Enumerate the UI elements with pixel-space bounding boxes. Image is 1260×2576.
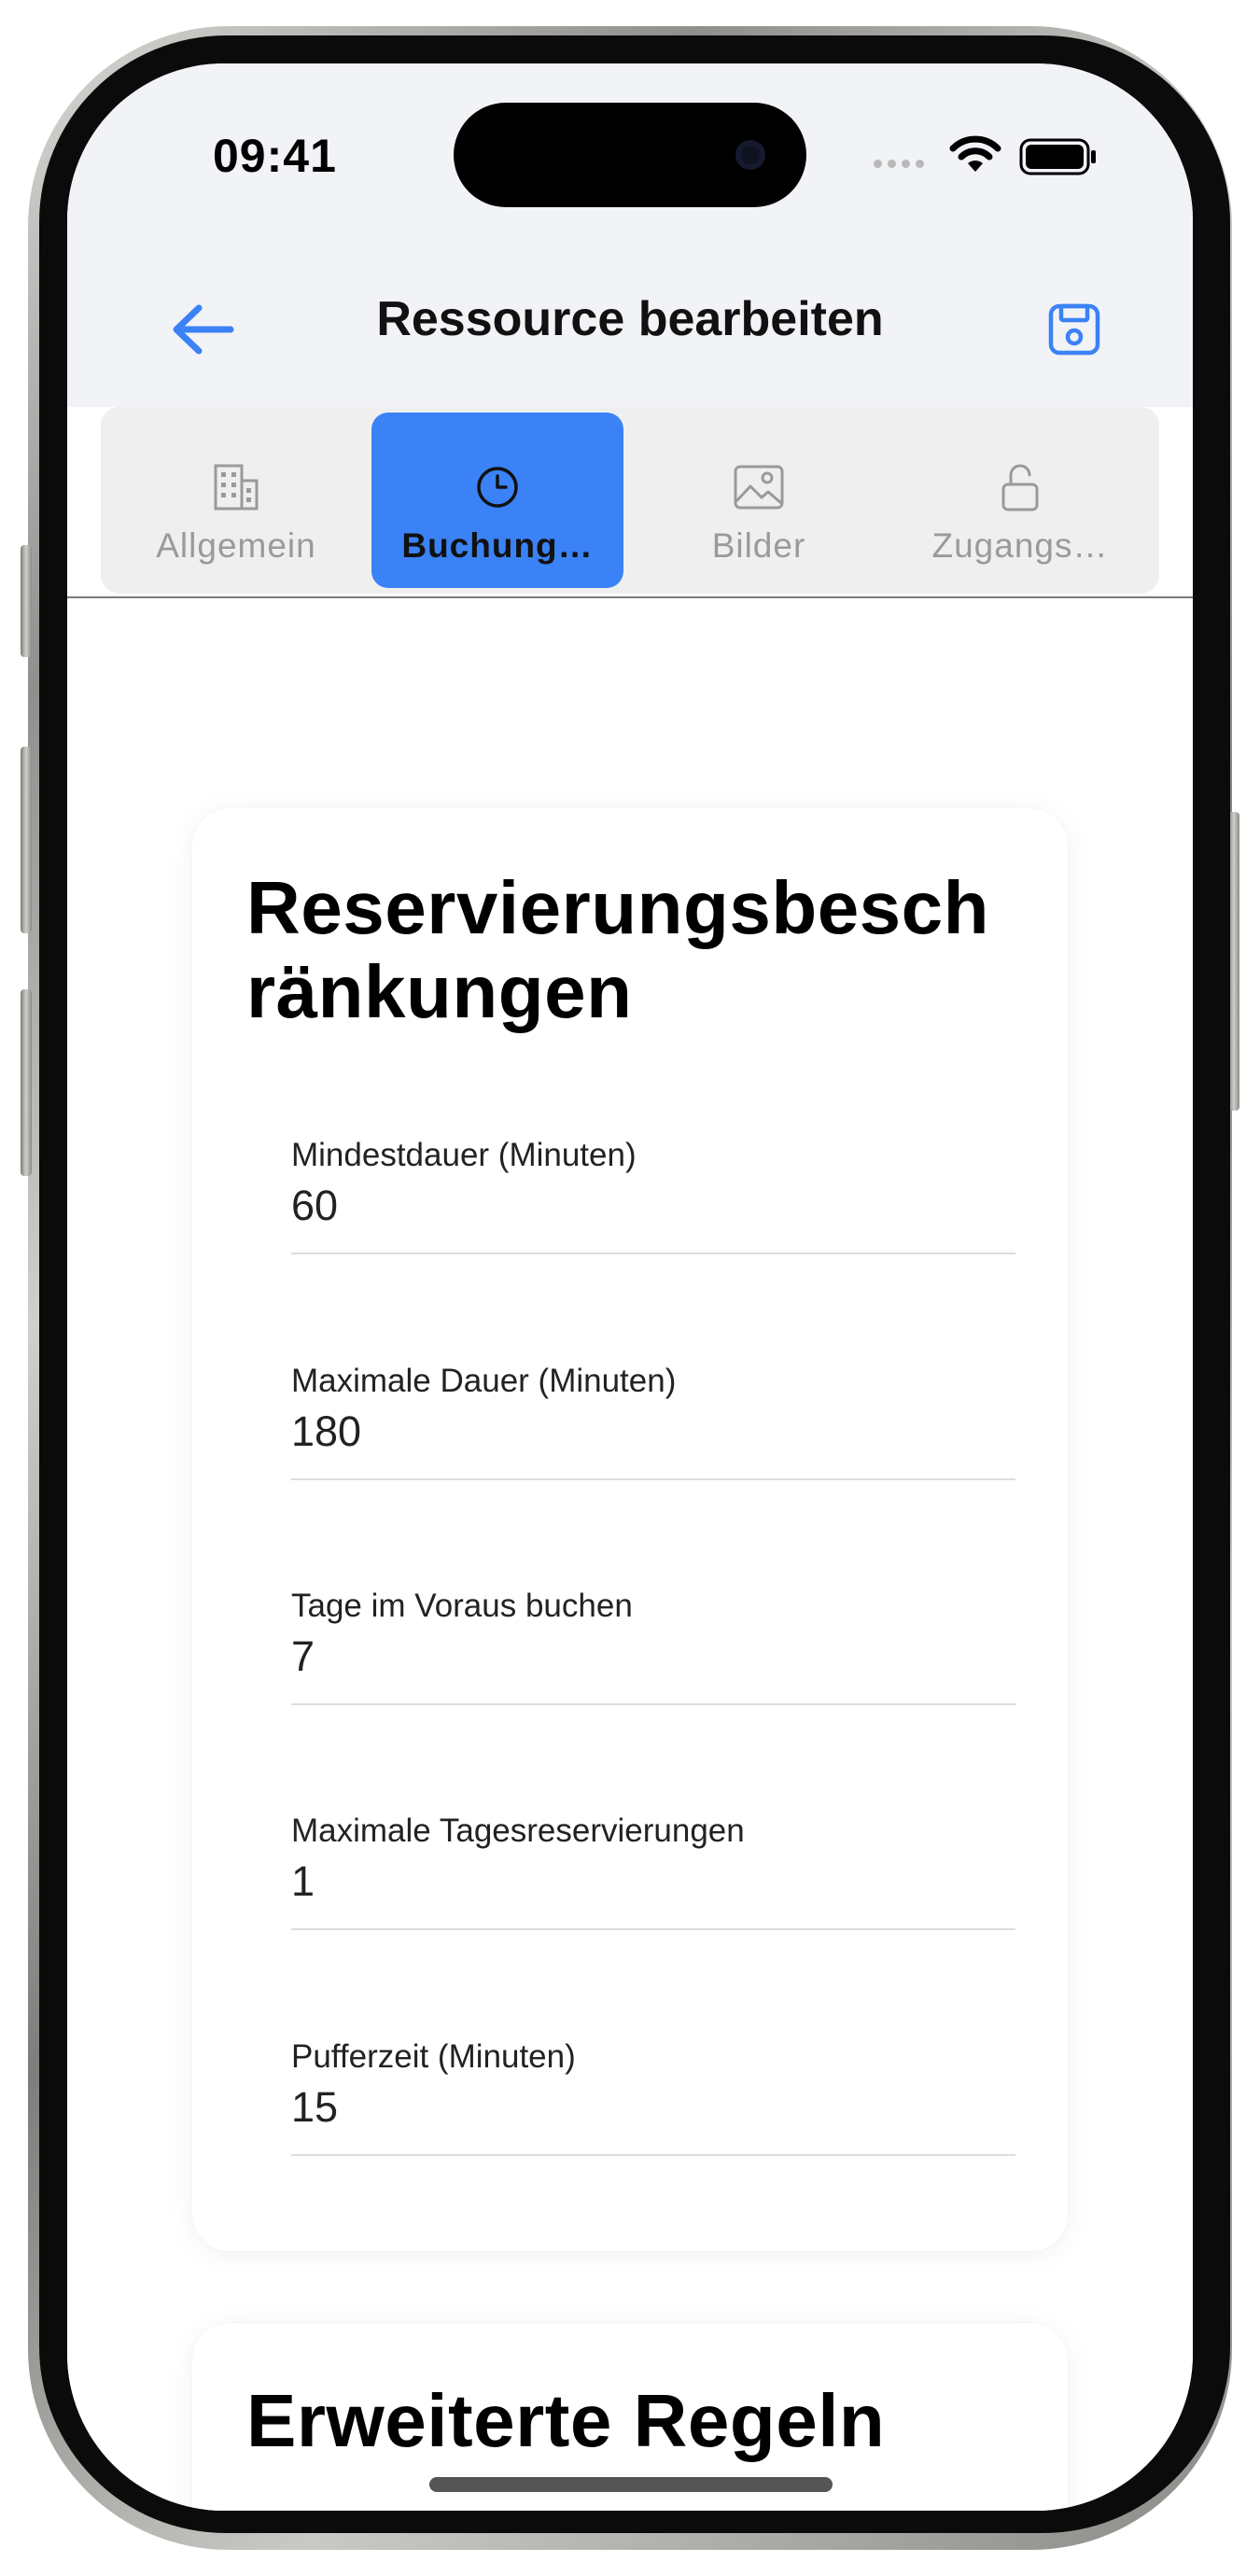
- content-area[interactable]: Reservierungsbesch ränkungen Mindestdaue…: [67, 598, 1193, 2511]
- action-button: [21, 545, 32, 657]
- field-max-daily-reservations: Maximale Tagesreservierungen: [291, 1813, 1015, 1971]
- days-in-advance-input[interactable]: [291, 1629, 1015, 1685]
- volume-up-button: [21, 747, 32, 933]
- advanced-rules-title: Erweiterte Regeln: [246, 2379, 886, 2462]
- field-label: Pufferzeit (Minuten): [291, 2038, 576, 2075]
- field-label: Maximale Dauer (Minuten): [291, 1363, 677, 1399]
- save-button[interactable]: [1032, 287, 1116, 371]
- tab-label: Allgemein: [156, 526, 316, 565]
- cellular-signal-icon: [874, 160, 924, 168]
- field-label: Tage im Voraus buchen: [291, 1588, 633, 1624]
- tab-bilder[interactable]: Bilder: [633, 413, 885, 588]
- tab-bar: Allgemein Buchung… Bilder Zugangs…: [101, 407, 1159, 594]
- field-days-in-advance: Tage im Voraus buchen: [291, 1588, 1015, 1746]
- building-icon: [214, 464, 259, 511]
- screen: 09:41 Ressource bearbeiten Allgemein Buc…: [67, 63, 1193, 2511]
- field-underline: [291, 2154, 1015, 2156]
- restrictions-card: Reservierungsbesch ränkungen Mindestdaue…: [192, 808, 1068, 2251]
- field-label: Mindestdauer (Minuten): [291, 1137, 637, 1173]
- clock-icon: [477, 467, 518, 508]
- field-underline: [291, 1928, 1015, 1930]
- tab-label: Bilder: [711, 526, 806, 565]
- dynamic-island: [454, 103, 806, 207]
- min-duration-input[interactable]: [291, 1178, 1015, 1234]
- page-title: Ressource bearbeiten: [376, 292, 884, 346]
- field-label: Maximale Tagesreservierungen: [291, 1813, 745, 1849]
- max-daily-reservations-input[interactable]: [291, 1854, 1015, 1910]
- tab-buchung[interactable]: Buchung…: [371, 413, 623, 588]
- unlock-icon: [1001, 464, 1039, 511]
- buffer-time-input[interactable]: [291, 2079, 1015, 2135]
- field-max-duration: Maximale Dauer (Minuten): [291, 1363, 1015, 1521]
- volume-down-button: [21, 989, 32, 1176]
- tab-label: Zugangs…: [931, 526, 1109, 565]
- save-icon: [1048, 303, 1100, 356]
- camera-icon: [735, 140, 765, 170]
- image-icon: [734, 465, 784, 510]
- field-underline: [291, 1478, 1015, 1480]
- field-min-duration: Mindestdauer (Minuten): [291, 1137, 1015, 1295]
- status-time: 09:41: [213, 130, 337, 182]
- tab-allgemein[interactable]: Allgemein: [110, 413, 362, 588]
- max-duration-input[interactable]: [291, 1404, 1015, 1460]
- restrictions-card-title: Reservierungsbesch ränkungen: [246, 866, 990, 1033]
- tab-label: Buchung…: [401, 526, 594, 565]
- home-indicator[interactable]: [429, 2477, 833, 2492]
- tab-zugang[interactable]: Zugangs…: [894, 413, 1146, 588]
- field-underline: [291, 1703, 1015, 1705]
- field-buffer-time: Pufferzeit (Minuten): [291, 2038, 1015, 2197]
- wifi-icon: [949, 135, 1001, 172]
- field-underline: [291, 1253, 1015, 1254]
- battery-icon: [1019, 138, 1096, 175]
